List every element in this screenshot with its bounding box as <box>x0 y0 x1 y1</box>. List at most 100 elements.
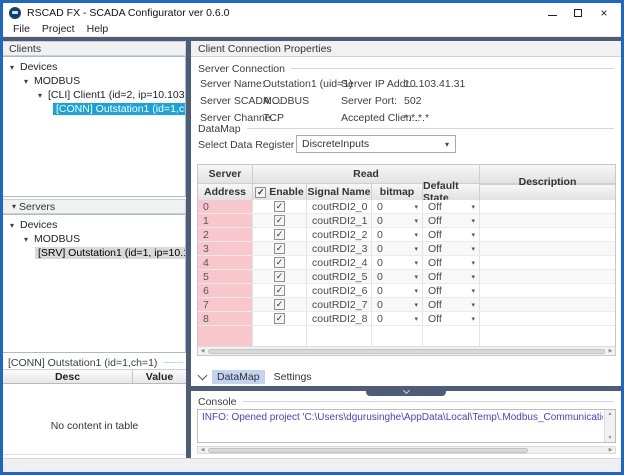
row-address-cell[interactable]: 4 <box>198 256 253 269</box>
enable-checkbox[interactable]: ✓ <box>274 285 285 296</box>
minimize-button[interactable] <box>539 4 565 21</box>
enable-checkbox[interactable]: ✓ <box>274 257 285 268</box>
console-splitter[interactable] <box>191 386 621 391</box>
default-state-cell[interactable]: Off▾ <box>423 200 480 213</box>
console-output[interactable]: INFO: Opened project 'C:\Users\dgurusing… <box>197 409 616 443</box>
tree-item-conn-outstation1[interactable]: [CONN] Outstation1 (id=1,ch=1) <box>3 102 185 116</box>
enable-checkbox[interactable]: ✓ <box>274 229 285 240</box>
menu-help[interactable]: Help <box>81 23 115 35</box>
close-button[interactable]: × <box>591 4 617 21</box>
default-state-cell[interactable]: Off▾ <box>423 312 480 325</box>
scrollbar-thumb[interactable] <box>208 349 605 354</box>
description-cell[interactable] <box>480 284 615 297</box>
description-cell[interactable] <box>480 200 615 213</box>
expander-icon[interactable]: ▾ <box>9 202 19 211</box>
column-header-enable[interactable]: ✓ Enable <box>253 184 307 200</box>
description-cell[interactable] <box>480 270 615 283</box>
scroll-right-icon[interactable]: ▶ <box>606 347 615 356</box>
column-header-desc[interactable]: Desc <box>3 370 133 383</box>
default-state-cell[interactable]: Off▾ <box>423 270 480 283</box>
tree-item-devices[interactable]: ▾ Devices <box>3 218 185 232</box>
column-header-bitmap[interactable]: bitmap <box>372 184 423 200</box>
enable-checkbox[interactable]: ✓ <box>274 243 285 254</box>
bitmap-cell[interactable]: 0▾ <box>372 242 423 255</box>
scrollbar-thumb[interactable] <box>208 448 528 453</box>
bitmap-cell[interactable]: 0▾ <box>372 214 423 227</box>
scroll-left-icon[interactable]: ◀ <box>198 447 207 453</box>
menu-project[interactable]: Project <box>36 23 81 35</box>
column-header-description[interactable]: Description <box>480 165 615 183</box>
description-cell[interactable] <box>480 228 615 241</box>
enable-all-checkbox[interactable]: ✓ <box>255 187 266 198</box>
signal-name-cell[interactable]: coutRDI2_0 <box>307 200 372 213</box>
scroll-right-icon[interactable]: ▶ <box>606 447 615 453</box>
enable-checkbox[interactable]: ✓ <box>274 313 285 324</box>
table-horizontal-scrollbar[interactable]: ◀ ▶ <box>198 346 615 355</box>
description-cell[interactable] <box>480 214 615 227</box>
default-state-cell[interactable]: Off▾ <box>423 298 480 311</box>
default-state-cell[interactable]: Off▾ <box>423 242 480 255</box>
tree-item-devices[interactable]: ▾ Devices <box>3 60 185 74</box>
signal-name-cell[interactable]: coutRDI2_3 <box>307 242 372 255</box>
expander-icon[interactable]: ▾ <box>7 63 17 72</box>
enable-checkbox[interactable]: ✓ <box>274 271 285 282</box>
bitmap-cell[interactable]: 0▾ <box>372 228 423 241</box>
row-address-cell[interactable]: 6 <box>198 284 253 297</box>
bitmap-cell[interactable]: 0▾ <box>372 312 423 325</box>
row-address-cell[interactable]: 8 <box>198 312 253 325</box>
tree-item-modbus[interactable]: ▾ MODBUS <box>3 232 185 246</box>
signal-name-cell[interactable]: coutRDI2_6 <box>307 284 372 297</box>
signal-name-cell[interactable]: coutRDI2_7 <box>307 298 372 311</box>
bitmap-cell[interactable]: 0▾ <box>372 284 423 297</box>
tab-settings[interactable]: Settings <box>269 370 317 384</box>
signal-name-cell[interactable]: coutRDI2_1 <box>307 214 372 227</box>
scroll-down-icon[interactable]: ▼ <box>608 434 613 442</box>
row-address-cell[interactable]: 0 <box>198 200 253 213</box>
description-cell[interactable] <box>480 312 615 325</box>
default-state-cell[interactable]: Off▾ <box>423 284 480 297</box>
bitmap-cell[interactable]: 0▾ <box>372 270 423 283</box>
expander-icon[interactable]: ▾ <box>21 77 31 86</box>
row-address-cell[interactable]: 2 <box>198 228 253 241</box>
column-header-default-state[interactable]: Default State <box>423 184 480 200</box>
scroll-up-icon[interactable]: ▲ <box>608 410 613 418</box>
row-address-cell[interactable]: 7 <box>198 298 253 311</box>
expander-icon[interactable]: ▾ <box>21 235 31 244</box>
description-cell[interactable] <box>480 256 615 269</box>
enable-checkbox[interactable]: ✓ <box>274 215 285 226</box>
description-cell[interactable] <box>480 298 615 311</box>
tree-item-modbus[interactable]: ▾ MODBUS <box>3 74 185 88</box>
row-address-cell[interactable]: 1 <box>198 214 253 227</box>
enable-checkbox[interactable]: ✓ <box>274 299 285 310</box>
column-header-value[interactable]: Value <box>133 370 186 383</box>
default-state-cell[interactable]: Off▾ <box>423 228 480 241</box>
column-header-address[interactable]: Address <box>198 184 253 200</box>
column-header-signal-name[interactable]: Signal Name <box>307 184 372 200</box>
expander-icon[interactable]: ▾ <box>35 91 45 100</box>
bitmap-cell[interactable]: 0▾ <box>372 200 423 213</box>
bitmap-cell[interactable]: 0▾ <box>372 256 423 269</box>
row-address-cell[interactable]: 3 <box>198 242 253 255</box>
signal-name-cell[interactable]: coutRDI2_5 <box>307 270 372 283</box>
register-table-select[interactable]: DiscreteInputs ▾ <box>296 135 456 153</box>
description-cell[interactable] <box>480 242 615 255</box>
servers-panel-header[interactable]: ▾ Servers <box>3 199 186 214</box>
signal-name-cell[interactable]: coutRDI2_8 <box>307 312 372 325</box>
tree-item-client1[interactable]: ▾ [CLI] Client1 (id=2, ip=10.103.41.41) <box>3 88 185 102</box>
menu-file[interactable]: File <box>7 23 36 35</box>
console-horizontal-scrollbar[interactable]: ◀ ▶ <box>197 446 616 454</box>
signal-name-cell[interactable]: coutRDI2_4 <box>307 256 372 269</box>
tree-item-srv-outstation1[interactable]: [SRV] Outstation1 (id=1, ip=10.103.41.31… <box>3 246 185 260</box>
signal-name-cell[interactable]: coutRDI2_2 <box>307 228 372 241</box>
expander-icon[interactable]: ▾ <box>7 221 17 230</box>
enable-checkbox[interactable]: ✓ <box>274 201 285 212</box>
default-state-cell[interactable]: Off▾ <box>423 214 480 227</box>
bitmap-cell[interactable]: 0▾ <box>372 298 423 311</box>
row-address-cell[interactable]: 5 <box>198 270 253 283</box>
scroll-left-icon[interactable]: ◀ <box>198 347 207 356</box>
collapse-chevron-icon[interactable] <box>198 370 208 380</box>
maximize-button[interactable] <box>565 4 591 21</box>
default-state-cell[interactable]: Off▾ <box>423 256 480 269</box>
tab-datamap[interactable]: DataMap <box>212 370 265 384</box>
console-vertical-scrollbar[interactable]: ▲ ▼ <box>604 410 615 442</box>
